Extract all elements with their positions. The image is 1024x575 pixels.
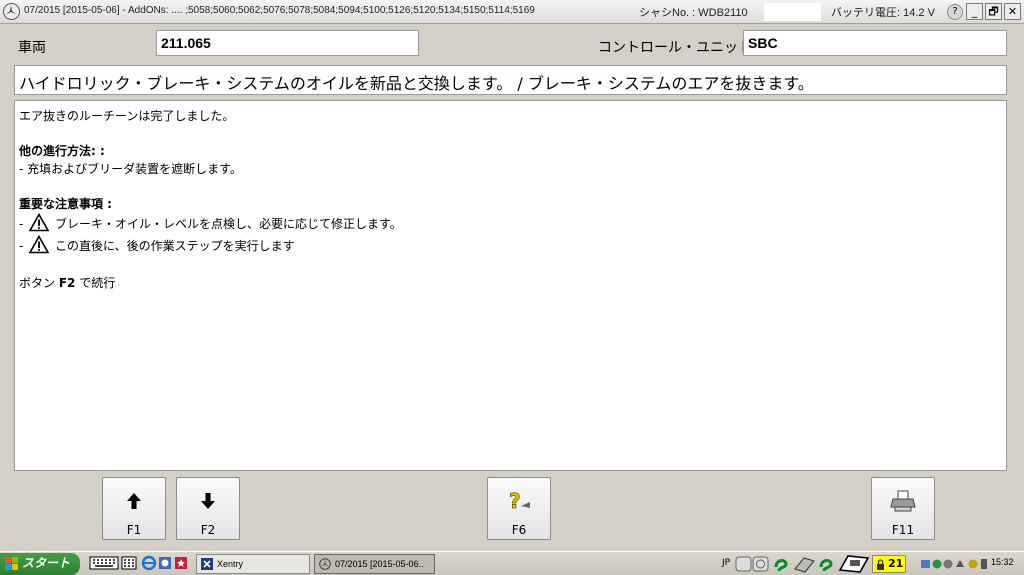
status-text: エア抜きのルーチーンは完了しました。 bbox=[19, 109, 235, 123]
tray-icons-group[interactable] bbox=[920, 557, 990, 571]
restore-button[interactable]: 🗗 bbox=[985, 3, 1002, 20]
f1-scroll-up-button[interactable]: F1 bbox=[102, 477, 166, 540]
f6-help-button[interactable]: ? F6 bbox=[487, 477, 551, 540]
lock-counter-badge[interactable]: 21 bbox=[872, 555, 906, 573]
note-text-1: ブレーキ・オイル・レベルを点検し、必要に応じて修正します。 bbox=[55, 217, 402, 231]
control-unit-label: コントロール・ユニット bbox=[598, 39, 752, 55]
app-shortcut-icon[interactable] bbox=[157, 555, 173, 571]
start-button[interactable]: スタート bbox=[0, 553, 80, 575]
device-tablet-icon[interactable] bbox=[792, 555, 816, 573]
warning-icon bbox=[29, 235, 50, 254]
close-button[interactable]: ✕ bbox=[1004, 3, 1021, 20]
warning-icon bbox=[29, 213, 50, 232]
help-icon[interactable]: ? bbox=[947, 4, 963, 20]
grid-icon[interactable] bbox=[121, 555, 137, 571]
control-unit-field: SBC bbox=[743, 30, 1007, 56]
f2-continue-button[interactable]: F2 bbox=[176, 477, 240, 540]
vehicle-field: 211.065 bbox=[156, 30, 419, 56]
system-tray: JP 21 bbox=[712, 552, 1012, 575]
taskbar-item-active-window[interactable]: 07/2015 [2015-05-06.. bbox=[314, 554, 435, 574]
notes-heading: 重要な注意事項 : bbox=[19, 197, 112, 211]
instruction-panel: エア抜きのルーチーンは完了しました。 他の進行方法: : - 充填およびブリーダ… bbox=[14, 100, 1007, 471]
window-title: 07/2015 [2015-05-06] - AddONs: .... ;505… bbox=[24, 5, 535, 16]
connection-green-icon[interactable] bbox=[772, 555, 790, 573]
arrow-up-icon bbox=[127, 493, 141, 509]
printer-icon bbox=[890, 490, 916, 512]
continue-key: F2 bbox=[58, 276, 76, 290]
minimize-button[interactable]: _ bbox=[966, 3, 983, 20]
taskbar-clock: 15:32 bbox=[991, 557, 1014, 567]
language-indicator[interactable]: JP bbox=[722, 558, 730, 568]
note-item-2: - この直後に、後の作業ステップを実行します bbox=[19, 235, 1002, 257]
keyboard-icon[interactable] bbox=[89, 555, 119, 571]
diagnostic-device-icon[interactable] bbox=[838, 554, 870, 574]
other-method-item: - 充填およびブリーダ装置を遮断します。 bbox=[19, 162, 242, 176]
ime-toolbar-icon[interactable] bbox=[735, 555, 771, 573]
xentry-icon bbox=[201, 558, 213, 570]
vehicle-label: 車両 bbox=[18, 39, 46, 55]
title-bar: 07/2015 [2015-05-06] - AddONs: .... ;505… bbox=[0, 0, 1024, 24]
lock-icon bbox=[877, 559, 884, 570]
continue-instruction: ボタン F2 で続行 bbox=[19, 276, 116, 290]
note-text-2: この直後に、後の作業ステップを実行します bbox=[55, 239, 295, 253]
star-app-icon[interactable] bbox=[173, 555, 189, 571]
svg-text:?: ? bbox=[509, 489, 521, 513]
note-item-1: - ブレーキ・オイル・レベルを点検し、必要に応じて修正します。 bbox=[19, 213, 1002, 235]
chassis-number: シャシNo. : WDB2110 bbox=[639, 7, 748, 19]
chassis-redacted-box bbox=[764, 3, 821, 21]
battery-voltage: バッテリ電圧: 14.2 V bbox=[831, 7, 935, 19]
procedure-title: ハイドロリック・ブレーキ・システムのオイルを新品と交換します。 / ブレーキ・シ… bbox=[14, 65, 1007, 95]
connection-green-icon-2[interactable] bbox=[817, 555, 835, 573]
mercedes-star-icon bbox=[319, 558, 331, 570]
arrow-down-icon bbox=[201, 493, 215, 509]
mercedes-logo-icon bbox=[3, 3, 20, 20]
f11-print-button[interactable]: F11 bbox=[871, 477, 935, 540]
help-question-icon: ? bbox=[509, 489, 530, 513]
internet-explorer-icon[interactable] bbox=[141, 555, 157, 571]
windows-flag-icon bbox=[5, 557, 18, 570]
other-method-heading: 他の進行方法: : bbox=[19, 144, 105, 158]
taskbar-item-xentry[interactable]: Xentry bbox=[196, 554, 310, 574]
windows-taskbar: スタート Xentry 07/2015 [2015-05-06.. JP 21 … bbox=[0, 551, 1024, 575]
